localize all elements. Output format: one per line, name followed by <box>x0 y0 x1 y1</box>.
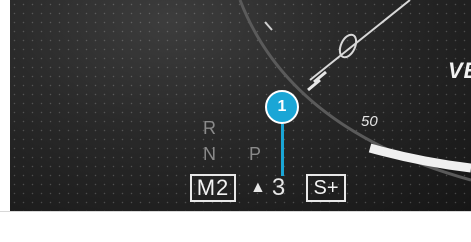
instrument-cluster: 50 VE R N P M2 ▲ 3 S+ 1 <box>10 0 471 212</box>
upshift-recommendation: ▲ 3 <box>250 174 285 202</box>
current-gear-indicator: M2 <box>190 174 236 202</box>
brand-text-partial: VE <box>448 58 471 83</box>
drive-mode-badge: S+ <box>306 174 346 202</box>
up-arrow-icon: ▲ <box>250 179 266 196</box>
callout-leader-line <box>281 124 284 176</box>
dial-outer-arc <box>238 0 471 182</box>
dial-needle <box>309 0 411 81</box>
callout-number-badge: 1 <box>265 90 299 124</box>
figure-frame: 50 VE R N P M2 ▲ 3 S+ 1 <box>0 0 471 242</box>
dial-tick <box>264 21 273 31</box>
upshift-gear-number: 3 <box>271 174 286 201</box>
gear-n-label: N <box>203 144 216 164</box>
bottom-strip <box>0 211 471 242</box>
speedometer-dial <box>238 0 471 182</box>
gear-r-label: R <box>203 118 216 138</box>
speed-tick-label: 50 <box>361 113 378 130</box>
gear-p-label: P <box>249 144 262 164</box>
